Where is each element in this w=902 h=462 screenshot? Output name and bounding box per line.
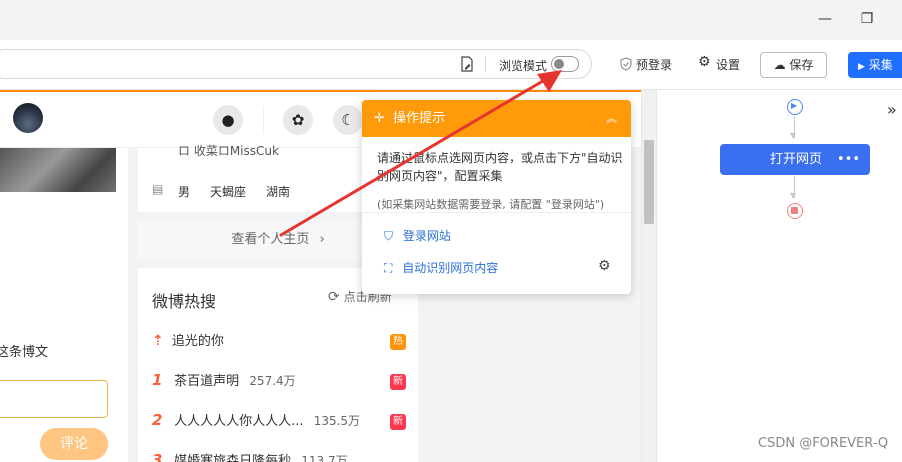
hot-search-item[interactable]: 3 媒婚寒旅森日隆每秒 113.7万 bbox=[152, 450, 408, 462]
divider bbox=[362, 212, 631, 213]
new-badge: 新 bbox=[390, 374, 406, 390]
scan-icon: ⛶ bbox=[384, 261, 393, 275]
shield-icon: ⛉ bbox=[384, 229, 394, 243]
browse-mode-label: 浏览模式 bbox=[499, 59, 548, 73]
hot-badge: 热 bbox=[390, 334, 406, 350]
gear-icon[interactable]: ⚙ bbox=[598, 258, 611, 274]
hot-search-item[interactable]: 1 茶百道声明 257.4万 新 bbox=[152, 370, 408, 398]
settings-icon[interactable]: ✿ bbox=[283, 105, 313, 135]
collect-button[interactable]: ▶ 采集 bbox=[848, 52, 902, 78]
open-page-node[interactable]: 打开网页 ••• bbox=[720, 144, 870, 175]
comment-button[interactable]: 评论 bbox=[40, 428, 108, 460]
collapse-up-icon[interactable]: ︽ bbox=[606, 100, 617, 137]
hot-search-item[interactable]: ⇡ 追光的你 热 bbox=[152, 330, 408, 358]
repost-text: 这条博文 bbox=[0, 345, 49, 360]
chevron-right-icon: › bbox=[319, 232, 325, 247]
hot-search-item[interactable]: 2 人人人人人你人人人... 135.5万 新 bbox=[152, 410, 408, 438]
minimize-icon[interactable]: — bbox=[810, 8, 840, 30]
watermark: CSDN @FOREVER-Q bbox=[758, 436, 889, 451]
login-site-link[interactable]: ⛉ 登录网站 bbox=[384, 227, 451, 244]
hot-search-card: 微博热搜 ⟳ 点击刷新 ⇡ 追光的你 热 1 茶百道声明 257.4万 新 2 … bbox=[138, 268, 418, 462]
profile-fragment: ロ 收菜ロMissCuk bbox=[178, 144, 279, 158]
shield-icon bbox=[620, 57, 632, 71]
toggle-knob bbox=[554, 59, 564, 69]
heat-value: 257.4万 bbox=[249, 374, 296, 388]
flow-start-icon: ▶ bbox=[787, 99, 803, 115]
divider bbox=[263, 106, 264, 134]
gender: 男 bbox=[178, 185, 191, 199]
location: 湖南 bbox=[266, 185, 291, 199]
divider bbox=[485, 56, 486, 72]
new-badge: 新 bbox=[390, 414, 406, 430]
flow-end-icon bbox=[787, 203, 803, 219]
tips-title: 操作提示 bbox=[393, 111, 446, 126]
comment-input[interactable] bbox=[0, 380, 108, 418]
post-image-edge bbox=[0, 192, 116, 202]
gear-icon: ⚙ bbox=[698, 54, 711, 70]
hot-search-title: 微博热搜 bbox=[152, 292, 217, 311]
auto-detect-link[interactable]: ⛶ 自动识别网页内容 bbox=[384, 259, 498, 276]
tips-popup: ✛ 操作提示 ︽ 请通过鼠标点选网页内容，或点击下方"自动识别网页内容"，配置采… bbox=[362, 100, 631, 294]
rank-number: 3 bbox=[152, 451, 163, 462]
plus-icon: ✛ bbox=[374, 111, 385, 126]
arrow-down-icon: ▼ bbox=[790, 131, 797, 140]
refresh-icon: ⟳ bbox=[328, 289, 340, 305]
window-titlebar: — ❐ bbox=[0, 0, 902, 40]
tips-note: (如采集网站数据需要登录, 请配置 "登录网站") bbox=[377, 198, 605, 211]
save-button[interactable]: ☁ 保存 bbox=[760, 52, 827, 78]
restore-icon[interactable]: ❐ bbox=[852, 8, 882, 30]
tips-body: 请通过鼠标点选网页内容，或点击下方"自动识别网页内容"，配置采集 bbox=[377, 151, 623, 183]
scrollbar-thumb[interactable] bbox=[644, 140, 654, 224]
calendar-icon: ▤ bbox=[152, 182, 164, 196]
cloud-upload-icon: ☁ bbox=[773, 58, 786, 72]
heat-value: 113.7万 bbox=[301, 454, 348, 462]
arrow-down-icon: ▼ bbox=[790, 191, 797, 200]
rank-number: 1 bbox=[152, 371, 163, 389]
browse-mode-toggle[interactable] bbox=[551, 56, 579, 72]
moon-icon[interactable]: ☾ bbox=[333, 105, 363, 135]
feed-card: 这条博文 评论 bbox=[0, 148, 128, 462]
toolbar: 浏览模式 预登录 ⚙ 设置 ☁ 保存 ▶ 采集 bbox=[0, 40, 902, 90]
tips-header[interactable]: ✛ 操作提示 ︽ bbox=[362, 100, 631, 137]
post-image[interactable] bbox=[0, 148, 116, 198]
game-icon[interactable]: ● bbox=[213, 105, 243, 135]
top-arrow-icon: ⇡ bbox=[152, 333, 164, 349]
play-icon: ▶ bbox=[858, 62, 865, 72]
page-edit-icon[interactable] bbox=[460, 56, 474, 72]
constellation: 天蝎座 bbox=[210, 185, 247, 199]
flow-panel: » ▶ ▼ 打开网页 ••• ▼ bbox=[656, 90, 902, 462]
double-chevron-right-icon[interactable]: » bbox=[887, 100, 897, 119]
heat-value: 135.5万 bbox=[313, 414, 361, 428]
rank-number: 2 bbox=[152, 411, 163, 429]
more-icon[interactable]: ••• bbox=[837, 144, 860, 175]
avatar[interactable] bbox=[13, 103, 43, 133]
